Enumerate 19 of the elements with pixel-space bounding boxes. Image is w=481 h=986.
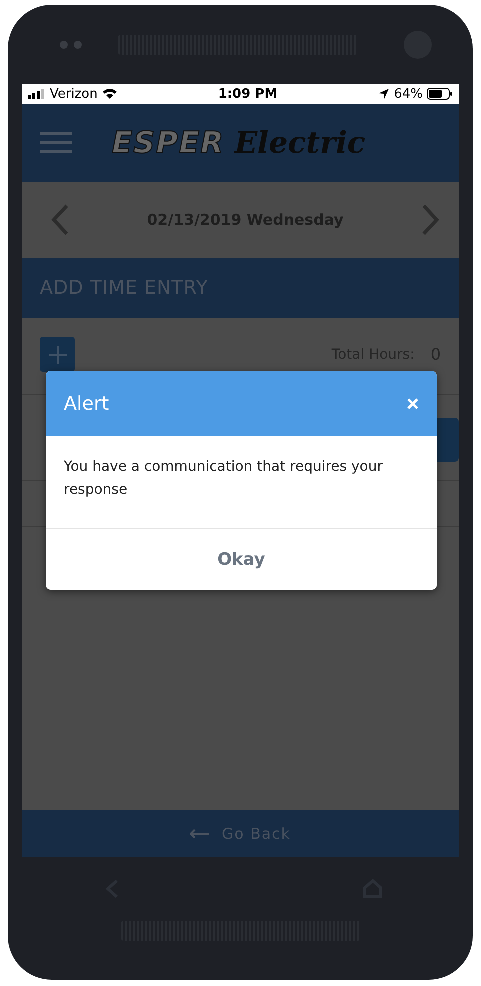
alert-title: Alert (64, 392, 110, 414)
location-arrow-icon (378, 88, 390, 100)
logo-wordmark: ESPER (112, 126, 225, 160)
wifi-icon (102, 88, 118, 100)
okay-button[interactable]: Okay (46, 529, 437, 590)
previous-chevron-icon[interactable] (50, 204, 70, 236)
alert-message: You have a communication that requires your response (64, 458, 384, 500)
carrier-name: Verizon (50, 86, 98, 102)
left-arrow-icon (190, 828, 210, 838)
close-icon[interactable] (407, 398, 419, 410)
menu-icon[interactable] (40, 131, 72, 155)
plus-icon (48, 346, 66, 364)
battery-icon (427, 88, 453, 100)
signal-icon (28, 89, 46, 99)
add-button[interactable] (40, 337, 75, 372)
logo-script-text: Electric (234, 126, 366, 160)
status-time: 1:09 PM (218, 86, 278, 102)
battery-percent: 64% (394, 86, 423, 102)
next-chevron-icon[interactable] (421, 204, 441, 236)
